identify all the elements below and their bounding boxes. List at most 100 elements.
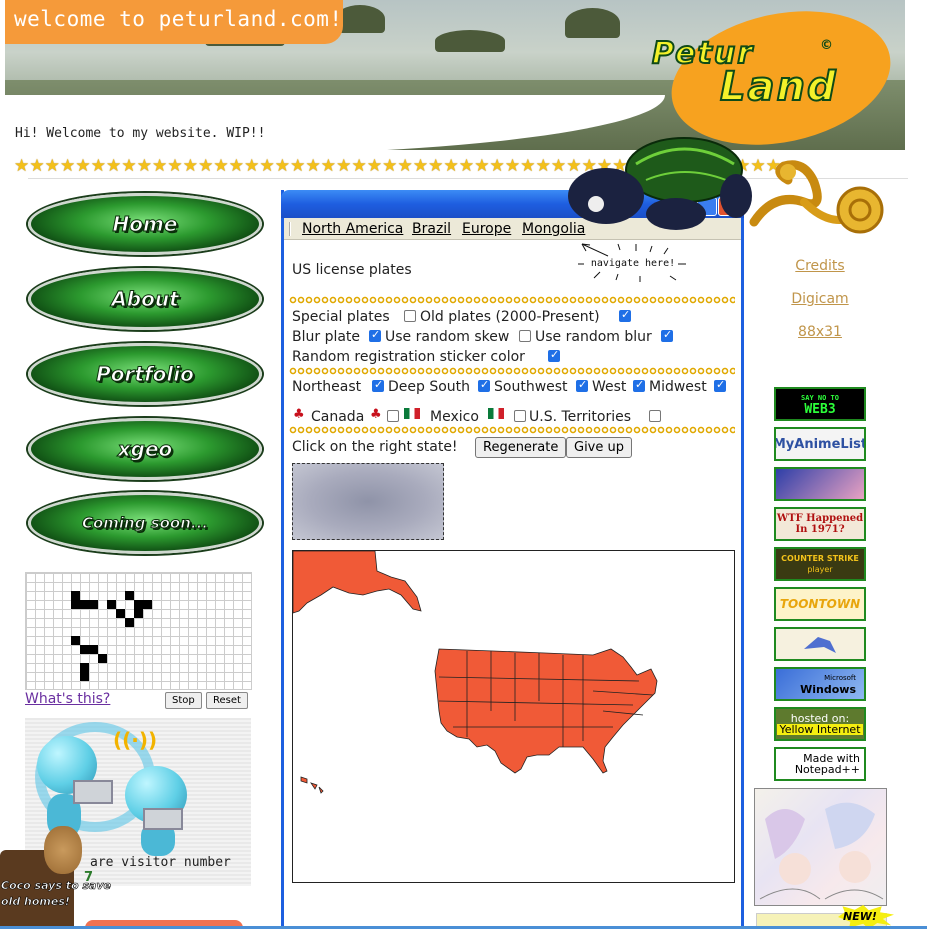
alaska-shape[interactable] [293,551,422,614]
blur-plate-label: Blur plate [292,329,361,345]
hawaii-shape[interactable] [300,776,324,794]
west-checkbox[interactable] [633,378,645,392]
badge-wtf-1971[interactable]: WTF Happened In 1971? [774,507,866,541]
map-states-group[interactable] [293,551,658,794]
life-cell [143,600,152,609]
blurred-license-plate [292,463,444,540]
welcome-message: Hi! Welcome to my website. WIP!! [15,126,266,141]
badge-toontown[interactable]: TOONTOWN [774,587,866,621]
regenerate-button[interactable]: Regenerate [475,437,567,458]
badge-counter-strike[interactable]: COUNTER STRIKE player [774,547,866,581]
blur-plate-checkbox[interactable] [369,328,381,342]
latios-icon [804,637,836,653]
midwest-label: Midwest [649,379,707,395]
life-cell [125,618,134,627]
southwest-checkbox[interactable] [576,378,588,392]
life-cell [71,600,80,609]
coco-line-1: Coco says to save [1,879,112,893]
menu-brazil[interactable]: Brazil [412,221,451,237]
badge-myanimelist[interactable]: MyAnimeList [774,427,866,461]
life-cell [89,600,98,609]
deep-south-checkbox[interactable] [478,378,490,392]
site-title-banner: welcome to peturland.com! [5,0,343,44]
us-states-map[interactable] [292,550,735,883]
nav-home-button[interactable]: Home [28,193,262,255]
northeast-checkbox[interactable] [372,378,384,392]
whats-this-link[interactable]: What's this? [25,691,110,707]
mexico-checkbox[interactable] [514,410,526,422]
mexico-label: Mexico [430,409,479,425]
life-cell [116,609,125,618]
digicam-link[interactable]: Digicam [760,291,880,307]
logo-copyright: © [820,38,833,53]
give-up-button[interactable]: Give up [566,437,633,458]
badge-yellow-internet[interactable]: hosted on: Yellow Internet [774,707,866,741]
88x31-link[interactable]: 88x31 [760,324,880,340]
life-cell [134,600,143,609]
midwest-checkbox[interactable] [714,378,726,392]
coco-line-2: old homes! [1,895,71,909]
coco-message: Coco says to save old homes! [1,878,112,910]
us-map-svg[interactable] [293,551,735,883]
canada-flag-icon: ♣ [293,407,305,422]
badge-latios[interactable] [774,627,866,661]
life-cell [80,645,89,654]
random-skew-checkbox[interactable] [519,330,531,342]
logo-text-land: Land [719,63,838,111]
sticker-color-label: Random registration sticker color [292,349,525,365]
life-cell [98,654,107,663]
nav-portfolio-label: Portfolio [96,361,195,386]
life-cell [107,600,116,609]
west-label: West [592,379,627,395]
dotted-divider [289,426,735,434]
canada-checkbox[interactable] [387,410,399,422]
badge-no-web3[interactable]: SAY NO TO WEB3 [774,387,866,421]
life-reset-button[interactable]: Reset [206,692,248,709]
nav-about-label: About [111,286,179,311]
life-cell [125,591,134,600]
mexico-flag-icon [488,408,504,419]
menu-grip [289,222,291,236]
northeast-label: Northeast [292,379,362,395]
game-prompt: Click on the right state! [292,439,458,455]
us-territories-label: U.S. Territories [529,409,632,425]
canada-label: Canada [311,409,365,425]
life-cell [134,609,143,618]
badge-text: Windows [800,683,856,696]
life-cell [80,600,89,609]
badge-anime-girl[interactable] [774,467,866,501]
new-label: NEW! [843,910,877,923]
old-plates-checkbox[interactable] [619,308,631,322]
life-cell [71,591,80,600]
southwest-label: Southwest [494,379,568,395]
contiguous-us-shape[interactable] [434,648,658,774]
navigate-hint: navigate here! [578,242,688,282]
badge-windows-xp[interactable]: Microsoft Windows [774,667,866,701]
nav-xgeo-button[interactable]: xgeo [28,418,262,480]
badge-notepad-plus-plus[interactable]: Made with Notepad++ [774,747,866,781]
life-stop-button[interactable]: Stop [165,692,202,709]
turtle-mascot-icon [568,137,752,230]
nav-about-button[interactable]: About [28,268,262,330]
nav-coming-soon-button[interactable]: Coming soon... [28,492,262,554]
dotted-divider [289,296,735,304]
credits-link[interactable]: Credits [760,258,880,274]
special-plates-checkbox[interactable] [404,310,416,322]
life-cell [71,636,80,645]
menu-europe[interactable]: Europe [462,221,511,237]
teddy-bear-icon [44,826,82,874]
random-skew-label: Use random skew [385,329,510,345]
random-blur-label: Use random blur [535,329,652,345]
nav-portfolio-button[interactable]: Portfolio [28,343,262,405]
life-cell [80,663,89,672]
sticker-color-checkbox[interactable] [548,348,560,362]
manga-sketch [759,802,884,900]
menu-north-america[interactable]: North America [302,221,403,237]
badge-text: Yellow Internet [777,723,863,736]
random-blur-checkbox[interactable] [661,328,673,342]
navigate-hint-text: navigate here! [590,258,676,269]
old-plates-label: Old plates (2000-Present) [420,309,600,325]
game-of-life-grid[interactable] [25,572,252,690]
golden-dragon-icon [749,160,884,234]
us-territories-checkbox[interactable] [649,410,661,422]
